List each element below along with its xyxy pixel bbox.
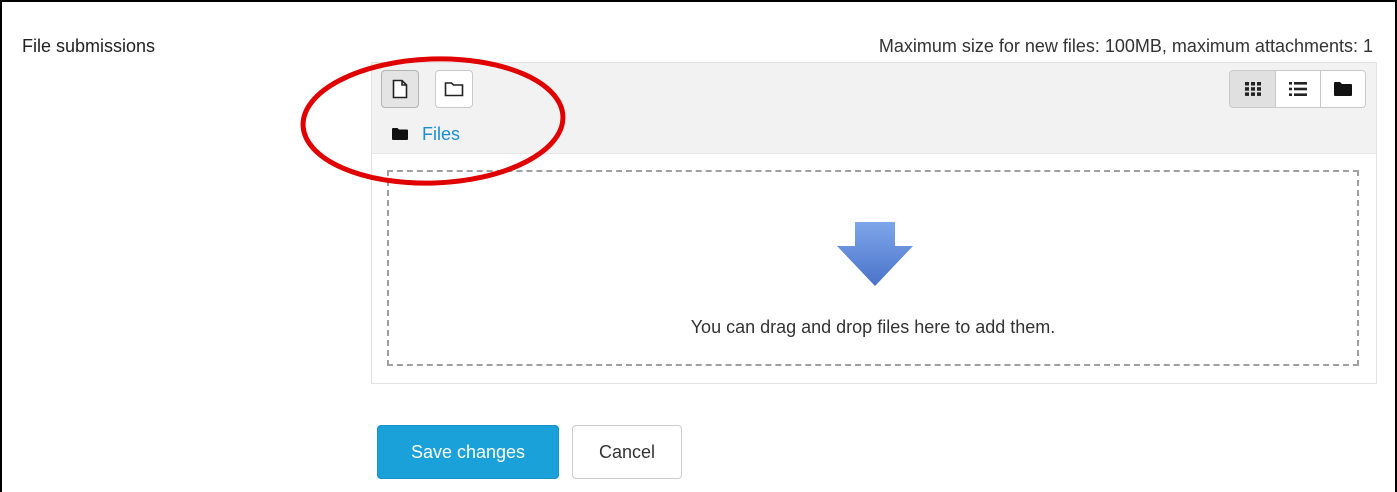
create-folder-button[interactable] bbox=[435, 70, 473, 108]
field-label: File submissions bbox=[22, 36, 156, 56]
drop-zone-message: You can drag and drop files here to add … bbox=[690, 317, 1056, 337]
down-arrow-icon bbox=[837, 222, 913, 286]
folder-outline-icon bbox=[444, 82, 464, 97]
breadcrumb: Files bbox=[392, 123, 460, 145]
save-button[interactable]: Save changes bbox=[377, 425, 559, 479]
upload-limits-text: Maximum size for new files: 100MB, maxim… bbox=[878, 36, 1373, 56]
folder-icon bbox=[1334, 82, 1352, 96]
tree-view-button[interactable] bbox=[1320, 71, 1365, 107]
view-switcher bbox=[1229, 70, 1366, 108]
file-manager: Files You can drag and drop files here t… bbox=[371, 62, 1377, 384]
file-manager-toolbar: Files bbox=[372, 63, 1376, 154]
icons-view-button[interactable] bbox=[1230, 71, 1275, 107]
list-view-button[interactable] bbox=[1275, 71, 1320, 107]
grid-icon bbox=[1244, 82, 1261, 96]
folder-icon bbox=[392, 128, 408, 140]
list-icon bbox=[1289, 82, 1307, 96]
cancel-button[interactable]: Cancel bbox=[572, 425, 682, 479]
breadcrumb-files-link[interactable]: Files bbox=[422, 124, 460, 145]
add-file-button[interactable] bbox=[381, 70, 419, 108]
file-icon bbox=[392, 79, 408, 99]
drop-zone[interactable]: You can drag and drop files here to add … bbox=[387, 170, 1359, 366]
